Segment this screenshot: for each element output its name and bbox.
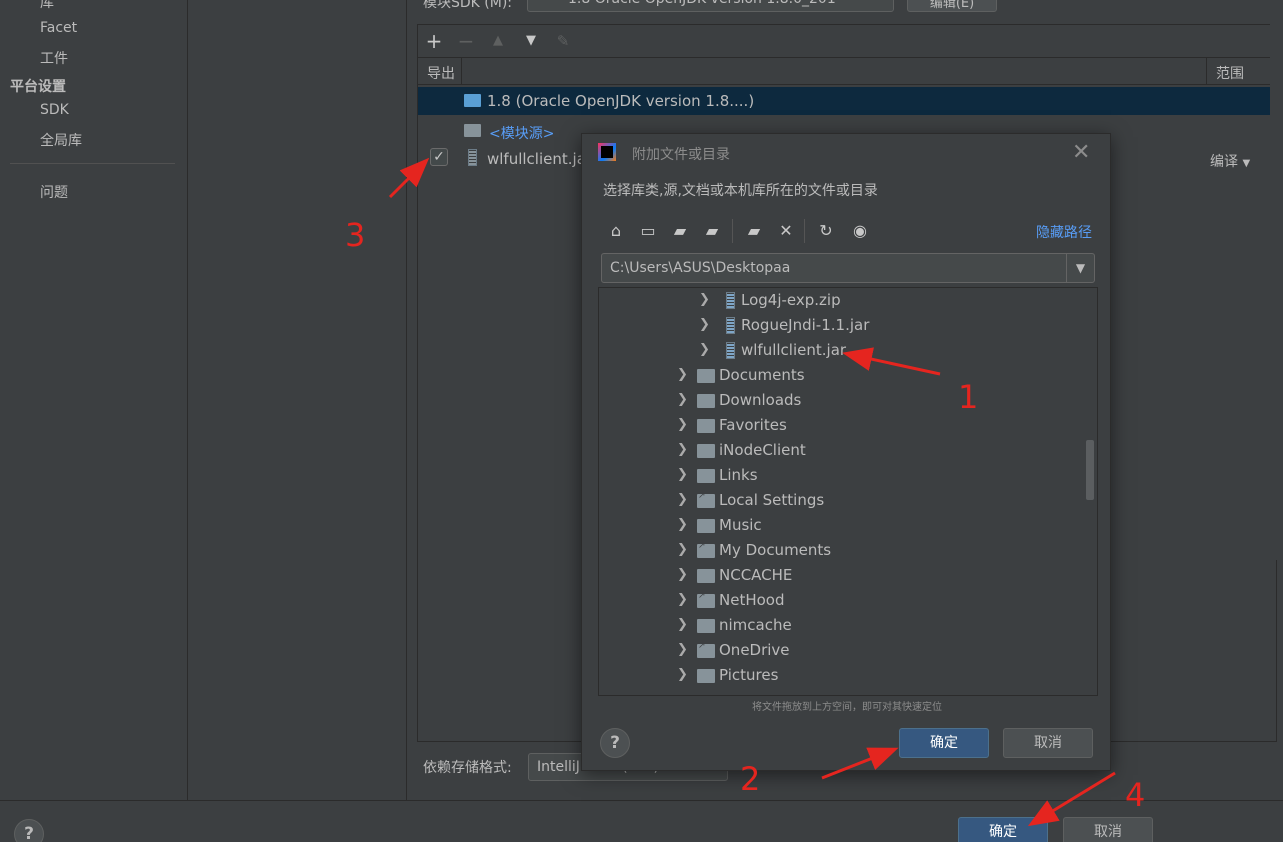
arrow-3 — [388, 157, 430, 199]
annotation-number-4: 4 — [1125, 776, 1146, 814]
arrow-4 — [1027, 771, 1116, 827]
arrow-2 — [821, 747, 899, 780]
arrow-1 — [842, 347, 941, 376]
annotation-number-1: 1 — [958, 378, 979, 416]
annotation-number-2: 2 — [740, 760, 761, 798]
annotation-arrows — [388, 157, 1116, 827]
annotation-number-3: 3 — [345, 216, 366, 254]
